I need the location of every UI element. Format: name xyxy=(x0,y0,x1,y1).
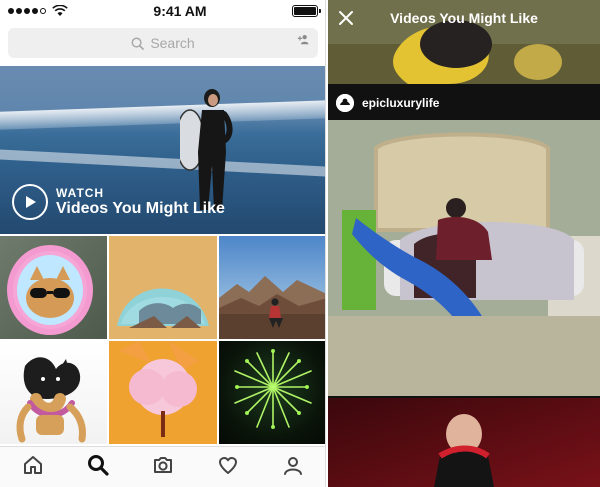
main-video-player[interactable] xyxy=(328,120,600,396)
watch-title: Videos You Might Like xyxy=(56,200,225,217)
explore-post-thumbnail[interactable] xyxy=(109,236,217,339)
search-input[interactable]: Search xyxy=(8,28,318,58)
search-placeholder: Search xyxy=(150,35,195,51)
explore-post-thumbnail[interactable] xyxy=(219,341,325,444)
tab-search[interactable] xyxy=(86,453,110,482)
wifi-icon xyxy=(52,5,68,16)
close-icon[interactable] xyxy=(338,10,354,26)
watch-label: WATCH xyxy=(56,186,105,200)
battery-icon xyxy=(291,5,321,17)
tab-profile[interactable] xyxy=(281,453,305,482)
status-time: 9:41 AM xyxy=(153,3,207,19)
watch-videos-hero[interactable]: WATCH Videos You Might Like xyxy=(0,66,325,234)
avatar[interactable] xyxy=(336,94,354,112)
explore-post-thumbnail[interactable] xyxy=(0,341,107,444)
play-icon[interactable] xyxy=(12,184,48,220)
add-user-icon[interactable] xyxy=(297,33,310,46)
home-icon xyxy=(23,455,42,474)
surf-wave-decoration xyxy=(0,149,325,177)
video-feed-title: Videos You Might Like xyxy=(390,10,538,26)
bottom-video-image xyxy=(328,398,600,487)
explore-post-thumbnail[interactable] xyxy=(0,236,107,339)
tab-home[interactable] xyxy=(21,453,45,482)
camera-icon xyxy=(153,456,172,473)
video-thumbnail[interactable] xyxy=(328,398,600,487)
profile-icon xyxy=(284,456,303,475)
heart-icon xyxy=(219,456,238,474)
bottom-tab-bar xyxy=(0,446,325,487)
mountain-photo-image xyxy=(219,276,325,339)
explore-grid xyxy=(0,236,325,444)
search-icon xyxy=(87,454,109,476)
status-bar: 9:41 AM xyxy=(0,0,325,22)
watch-label-group[interactable]: WATCH Videos You Might Like xyxy=(12,184,225,220)
video-thumbnail[interactable]: Videos You Might Like xyxy=(328,0,600,85)
tab-activity[interactable] xyxy=(216,453,240,482)
cotton-candy-photo-image xyxy=(109,341,217,444)
search-icon xyxy=(131,37,145,50)
surf-wave-decoration xyxy=(0,100,325,130)
cat-photo-image xyxy=(7,245,93,335)
bedroom-video-image xyxy=(328,120,600,396)
fireworks-photo-image xyxy=(234,349,312,429)
tent-photo-image xyxy=(109,236,217,339)
video-feed-header: Videos You Might Like xyxy=(328,0,600,36)
video-feed-screen: Videos You Might Like epicluxurylife xyxy=(328,0,600,487)
signal-strength-icon xyxy=(8,5,68,17)
explore-screen: 9:41 AM Search WATCH Videos You Might Li… xyxy=(0,0,326,487)
explore-post-thumbnail[interactable] xyxy=(219,236,325,339)
post-username[interactable]: epicluxurylife xyxy=(362,96,439,110)
explore-post-thumbnail[interactable] xyxy=(109,341,217,444)
dog-photo-image xyxy=(16,357,86,443)
post-header[interactable]: epicluxurylife xyxy=(328,90,600,116)
tab-camera[interactable] xyxy=(151,453,175,482)
